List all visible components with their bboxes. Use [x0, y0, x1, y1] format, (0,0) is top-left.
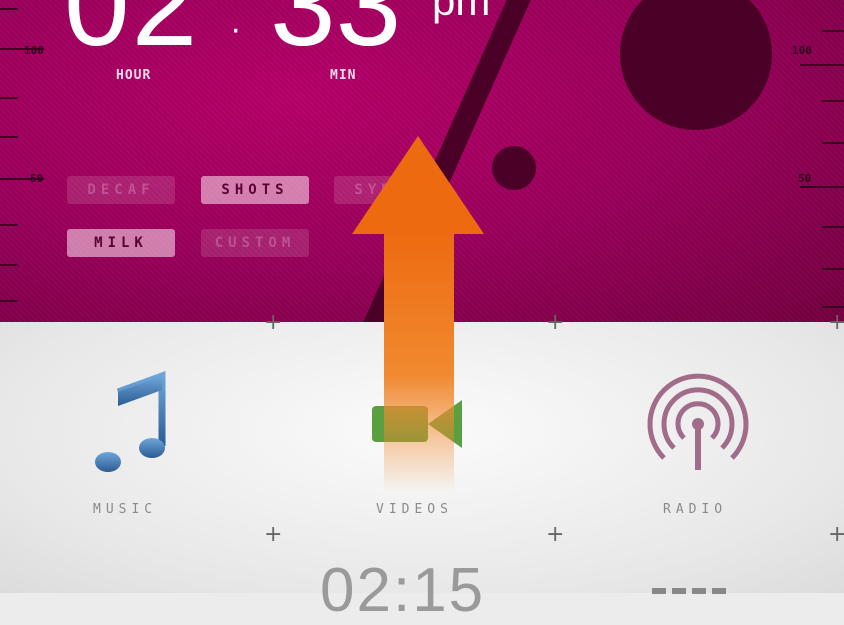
app-label-radio: RADIO — [663, 502, 728, 517]
app-label-music: MUSIC — [93, 502, 158, 517]
app-music[interactable] — [80, 370, 180, 480]
option-shots[interactable]: SHOTS — [201, 176, 309, 204]
app-label-videos: VIDEOS — [376, 502, 453, 517]
grid-plus-marker: + — [546, 522, 565, 547]
minute-caption: MIN — [330, 68, 357, 83]
swipe-up-arrow-shaft — [384, 232, 454, 492]
ruler-label-left-50: 50 — [30, 172, 44, 185]
option-custom[interactable]: CUSTOM — [201, 229, 309, 257]
grid-plus-marker: + — [264, 310, 283, 335]
ruler-label-right-100: 100 — [792, 44, 812, 57]
ruler-label-left-100: 100 — [24, 44, 44, 57]
hour-caption: HOUR — [116, 68, 152, 83]
bottom-dash-indicator — [652, 588, 732, 594]
option-decaf[interactable]: DECAF — [67, 176, 175, 204]
grid-plus-marker: + — [828, 522, 844, 547]
clock-ampm[interactable]: pm — [432, 0, 490, 22]
music-note-icon — [95, 371, 166, 472]
clock-hour[interactable]: 02 — [64, 0, 199, 64]
app-radio[interactable] — [646, 372, 750, 476]
ruler-label-right-50: 50 — [798, 172, 812, 185]
left-ruler: 100 50 — [0, 0, 60, 322]
decorative-small-circle — [492, 146, 536, 190]
option-milk[interactable]: MILK — [67, 229, 175, 257]
radio-broadcast-icon — [647, 373, 749, 470]
clock-minute[interactable]: 33 — [270, 0, 401, 64]
grid-plus-marker: + — [828, 310, 844, 335]
grid-plus-marker: + — [546, 310, 565, 335]
right-ruler: 100 50 — [784, 0, 844, 322]
decorative-large-circle — [620, 0, 772, 130]
bottom-time-display: 02:15 — [320, 556, 486, 625]
clock-separator: · — [230, 10, 242, 48]
grid-plus-marker: + — [264, 522, 283, 547]
swipe-up-arrow-icon — [352, 136, 484, 234]
